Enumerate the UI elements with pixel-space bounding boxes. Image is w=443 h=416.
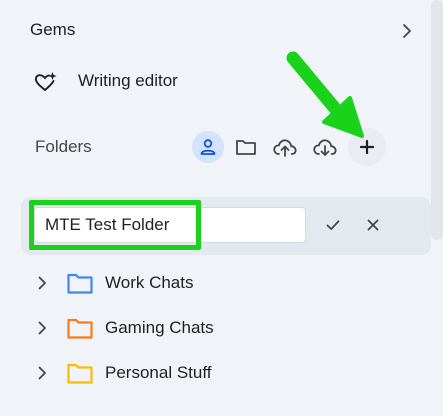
confirm-button[interactable] (321, 213, 345, 237)
download-button[interactable] (309, 131, 341, 163)
close-icon (367, 219, 379, 231)
scrollbar[interactable] (431, 0, 443, 240)
folder-label: Gaming Chats (105, 318, 214, 337)
cloud-upload-icon (273, 139, 297, 157)
gems-label: Gems (30, 20, 76, 39)
folder-icon (67, 318, 93, 339)
upload-button[interactable] (269, 131, 301, 163)
gem-sparkle-icon (34, 72, 57, 91)
cancel-button[interactable] (361, 213, 385, 237)
chevron-right-icon[interactable] (33, 319, 51, 337)
gem-item-writing-editor[interactable]: Writing editor (78, 71, 178, 91)
folder-icon (67, 363, 93, 384)
folder-item-gaming-chats[interactable]: Gaming Chats (0, 308, 420, 348)
chevron-right-icon[interactable] (33, 274, 51, 292)
folder-label: Work Chats (105, 273, 194, 292)
folder-view-button[interactable] (230, 131, 262, 163)
folders-label: Folders (35, 137, 92, 156)
folder-item-personal-stuff[interactable]: Personal Stuff (0, 353, 420, 393)
chevron-right-icon[interactable] (398, 22, 416, 40)
add-icon (359, 139, 375, 155)
folder-name-input[interactable] (34, 207, 306, 243)
cloud-download-icon (313, 139, 337, 156)
folder-item-work-chats[interactable]: Work Chats (0, 263, 420, 303)
person-icon (200, 139, 216, 155)
folder-icon (67, 273, 93, 294)
filter-owned-button[interactable] (192, 131, 224, 163)
add-folder-button[interactable] (348, 128, 386, 166)
chevron-right-icon[interactable] (33, 364, 51, 382)
folder-label: Personal Stuff (105, 363, 212, 382)
check-icon (326, 220, 340, 230)
folder-icon (236, 140, 256, 155)
